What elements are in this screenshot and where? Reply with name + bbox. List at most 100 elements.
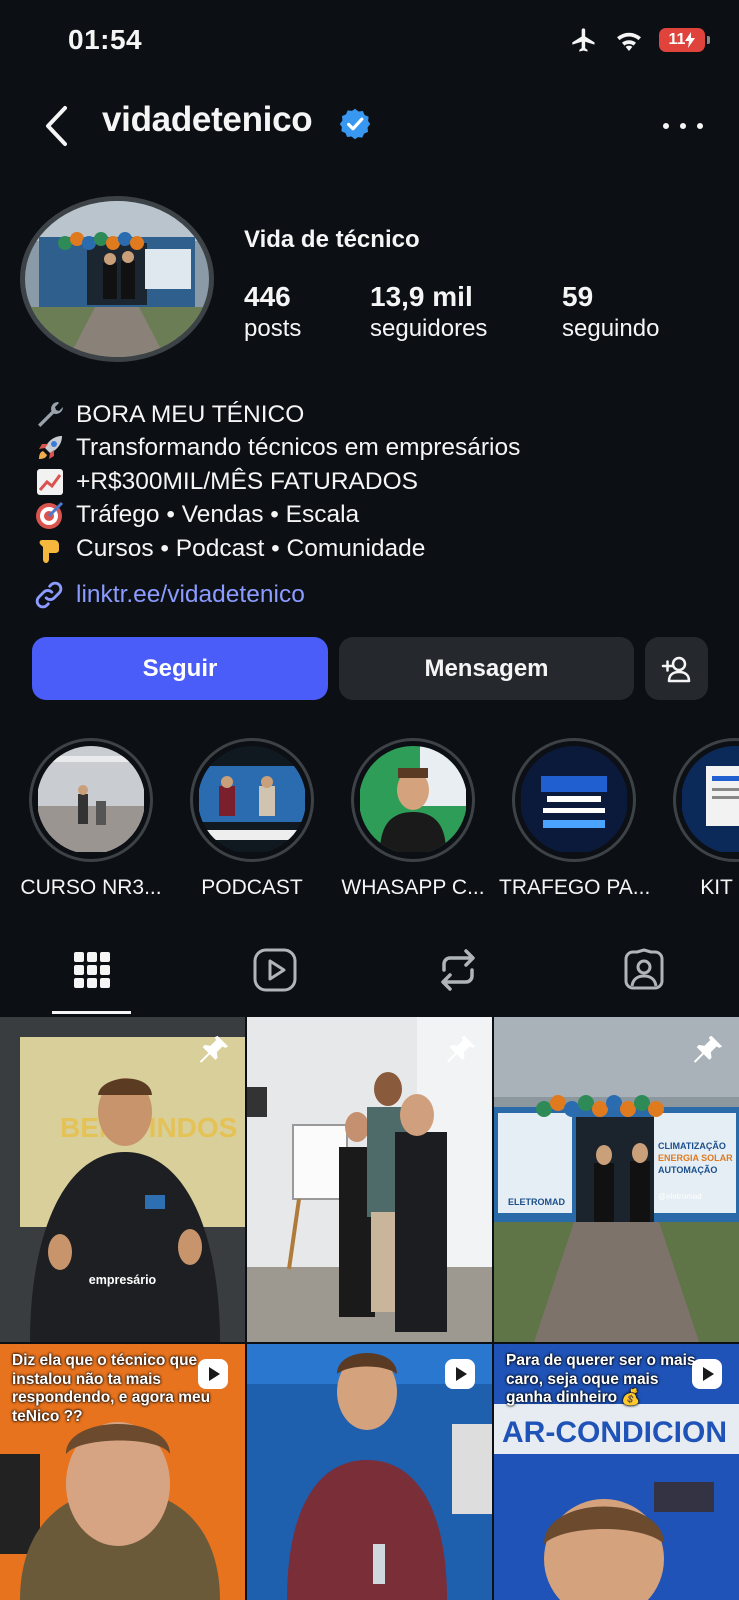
- wifi-icon: [617, 32, 641, 52]
- bio-line: Cursos • Podcast • Comunidade: [34, 532, 520, 566]
- store-name: ELETROMAD: [508, 1197, 565, 1207]
- highlight-curso-nr3[interactable]: CURSO NR3...: [16, 738, 166, 898]
- back-button[interactable]: [38, 104, 74, 148]
- bio-link[interactable]: linktr.ee/vidadetenico: [32, 578, 305, 612]
- post-bg-text: AR-CONDICION: [502, 1416, 727, 1449]
- highlight-cover: [37, 746, 145, 854]
- stat-posts-label: posts: [244, 315, 302, 342]
- verified-badge-icon: [339, 108, 371, 140]
- highlight-cover: [359, 746, 467, 854]
- highlight-ring: [351, 738, 475, 862]
- store-line: ENERGIA SOLAR: [658, 1153, 733, 1163]
- highlight-cover: [681, 746, 739, 854]
- username: vidadetenico: [102, 100, 313, 139]
- reels-icon: [253, 948, 297, 992]
- battery-indicator: 11: [659, 28, 710, 52]
- bio-text: Transformando técnicos em empresários: [76, 434, 521, 462]
- profile-avatar[interactable]: [20, 196, 214, 362]
- post-thumbnail[interactable]: Diz ela que o técnico que instalou não t…: [0, 1344, 245, 1600]
- follow-button[interactable]: Seguir: [32, 637, 328, 700]
- avatar-photo: [25, 201, 209, 357]
- post-thumbnail[interactable]: AR-CONDICION Para de querer ser o mais c…: [494, 1344, 739, 1600]
- post-caption: Para de querer ser o mais caro, seja oqu…: [506, 1352, 696, 1406]
- post-thumbnail[interactable]: [247, 1344, 492, 1600]
- tagged-icon: [624, 948, 664, 990]
- highlight-trafego[interactable]: TRAFEGO PA...: [499, 738, 651, 898]
- highlight-kit-pm[interactable]: KIT PM: [660, 738, 739, 898]
- pin-icon: [446, 1035, 476, 1063]
- wrench-icon: [34, 399, 76, 431]
- reel-icon: [445, 1359, 475, 1389]
- link-icon: [35, 581, 63, 609]
- stat-followers[interactable]: 13,9 mil seguidores: [370, 280, 487, 344]
- highlight-ring: [512, 738, 636, 862]
- highlight-label: WHASAPP C...: [341, 876, 485, 898]
- highlight-ring: [29, 738, 153, 862]
- posts-grid: BEM VINDOS empresário CLIMATIZAÇÃO ENERG…: [0, 1017, 739, 1600]
- status-icons: 11: [569, 26, 710, 54]
- message-button[interactable]: Mensagem: [339, 637, 634, 700]
- bio-line: +R$300MIL/MÊS FATURADOS: [34, 465, 520, 499]
- dot-icon: [663, 123, 669, 129]
- store-handle: @eletromad: [658, 1192, 702, 1201]
- posts-grid-icon: [74, 952, 110, 988]
- more-options-button[interactable]: [663, 114, 703, 138]
- airplane-icon: [572, 28, 595, 52]
- stat-posts-count: 446: [244, 281, 291, 312]
- highlight-label: PODCAST: [201, 876, 303, 898]
- reel-icon: [692, 1359, 722, 1389]
- reel-icon: [198, 1359, 228, 1389]
- post-thumbnail[interactable]: CLIMATIZAÇÃO ENERGIA SOLAR AUTOMAÇÃO ELE…: [494, 1017, 739, 1342]
- highlight-podcast[interactable]: PODCAST: [177, 738, 327, 898]
- bio-line: BORA MEU TÉNICO: [34, 398, 520, 432]
- status-time: 01:54: [68, 24, 143, 55]
- stat-following-label: seguindo: [562, 315, 660, 342]
- highlight-whasapp[interactable]: WHASAPP C...: [338, 738, 488, 898]
- highlight-cover: [520, 746, 628, 854]
- battery-level: 11: [668, 31, 686, 48]
- highlight-ring: [673, 738, 739, 862]
- charging-bolt-icon: [685, 32, 696, 48]
- post-thumbnail[interactable]: BEM VINDOS empresário: [0, 1017, 245, 1342]
- profile-header: vidadetenico: [0, 96, 739, 156]
- bio-text: Tráfego • Vendas • Escala: [76, 501, 360, 529]
- highlight-cover: [198, 746, 306, 854]
- bio-text: Cursos • Podcast • Comunidade: [76, 534, 426, 562]
- tab-reposts[interactable]: [418, 940, 498, 1000]
- bio-link-text[interactable]: linktr.ee/vidadetenico: [76, 581, 305, 609]
- reposts-icon: [441, 949, 475, 991]
- pointing-down-icon: [34, 533, 76, 565]
- highlight-label: CURSO NR3...: [20, 876, 162, 898]
- dot-icon: [680, 123, 686, 129]
- pin-icon: [693, 1035, 723, 1063]
- highlight-ring: [190, 738, 314, 862]
- display-name: Vida de técnico: [244, 226, 420, 253]
- post-caption: Diz ela que o técnico que instalou não t…: [12, 1352, 211, 1425]
- active-tab-indicator: [52, 1011, 131, 1014]
- suggested-users-button[interactable]: [645, 637, 708, 700]
- stat-posts[interactable]: 446 posts: [244, 280, 301, 344]
- highlight-label: KIT PM: [700, 876, 739, 898]
- bio-line: Transformando técnicos em empresários: [34, 432, 520, 466]
- stat-following[interactable]: 59 seguindo: [562, 280, 659, 344]
- bio-text: BORA MEU TÉNICO: [76, 400, 305, 428]
- highlight-label: TRAFEGO PA...: [499, 876, 651, 898]
- status-bar: 01:54 11: [0, 0, 739, 86]
- tab-tagged[interactable]: [604, 940, 684, 1000]
- tab-reels[interactable]: [235, 940, 315, 1000]
- chart-up-icon: [34, 466, 76, 498]
- store-line: AUTOMAÇÃO: [658, 1165, 717, 1175]
- stat-followers-count: 13,9 mil: [370, 281, 473, 312]
- rocket-icon: [34, 432, 76, 464]
- post-thumbnail[interactable]: [247, 1017, 492, 1342]
- bio-line: Tráfego • Vendas • Escala: [34, 499, 520, 533]
- bio-text: +R$300MIL/MÊS FATURADOS: [76, 467, 418, 495]
- chevron-left-icon: [46, 106, 67, 146]
- tab-posts[interactable]: [52, 940, 132, 1000]
- stat-followers-label: seguidores: [370, 315, 488, 342]
- dot-icon: [697, 123, 703, 129]
- post-subtitle: empresário: [88, 1273, 157, 1287]
- store-line: CLIMATIZAÇÃO: [658, 1141, 726, 1151]
- profile-tabs: [0, 940, 739, 1016]
- bio: BORA MEU TÉNICO Transformando técnicos e…: [34, 398, 520, 566]
